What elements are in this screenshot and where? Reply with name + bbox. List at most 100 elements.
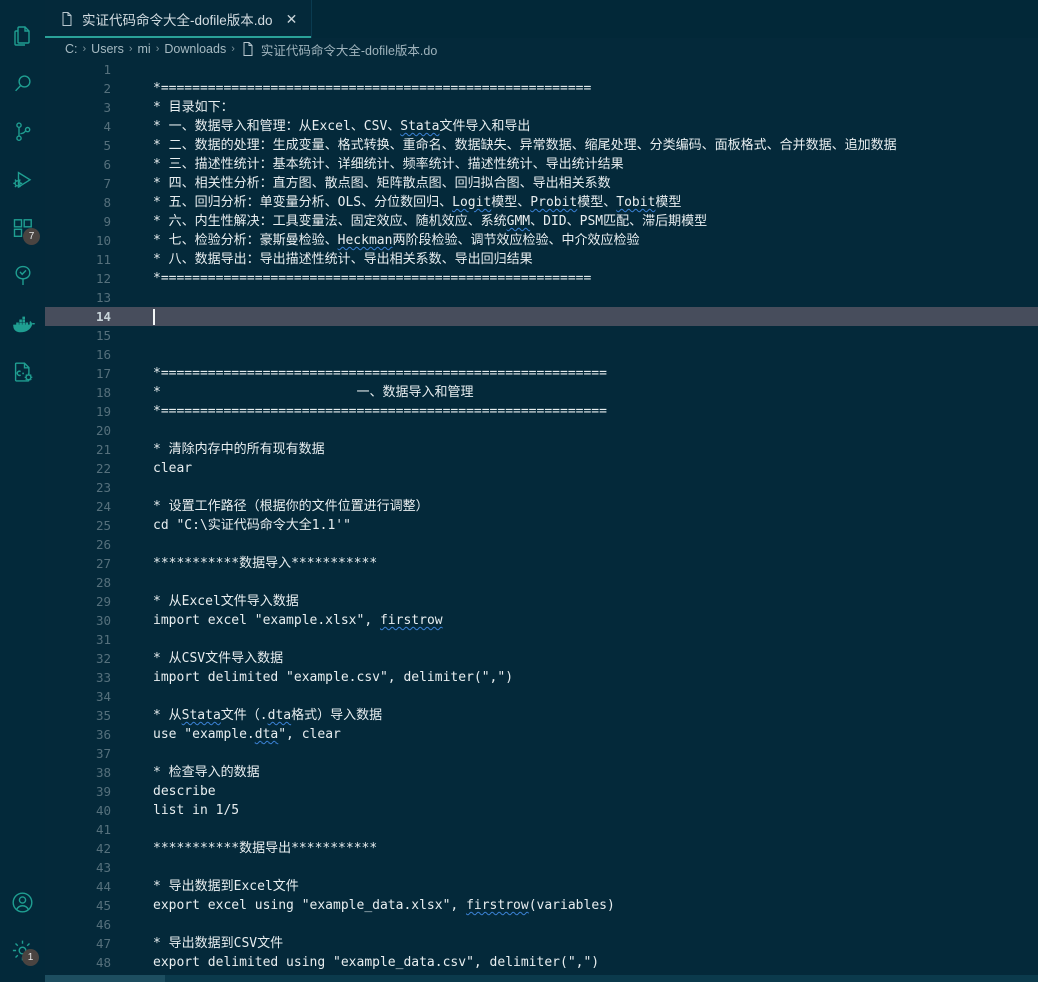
breadcrumb-item-1[interactable]: Users (91, 42, 124, 56)
run-debug-icon[interactable] (0, 156, 45, 204)
code-line[interactable]: 22 clear (45, 459, 1038, 478)
code-line[interactable]: 28 (45, 573, 1038, 592)
line-number: 9 (103, 214, 111, 229)
search-icon[interactable] (0, 60, 45, 108)
account-icon[interactable] (0, 878, 45, 926)
code-line[interactable]: 6 * 三、描述性统计：基本统计、详细统计、频率统计、描述性统计、导出统计结果 (45, 155, 1038, 174)
breadcrumb: C: › Users › mi › Downloads › 实证代码命令大全-d… (45, 38, 1038, 60)
line-text: * 二、数据的处理：生成变量、格式转换、重命名、数据缺失、异常数据、缩尾处理、分… (153, 138, 897, 153)
code-line[interactable]: 24 * 设置工作路径（根据你的文件位置进行调整） (45, 497, 1038, 516)
code-line[interactable]: 43 (45, 858, 1038, 877)
extensions-icon[interactable]: 7 (0, 204, 45, 252)
code-line[interactable]: 2 *======================================… (45, 79, 1038, 98)
line-number: 29 (95, 594, 111, 609)
line-text: * 目录如下： (153, 100, 234, 115)
code-line[interactable]: 34 (45, 687, 1038, 706)
code-line[interactable]: 35 * 从Stata文件（.dta格式）导入数据 (45, 706, 1038, 725)
code-line[interactable]: 7 * 四、相关性分析：直方图、散点图、矩阵散点图、回归拟合图、导出相关系数 (45, 174, 1038, 193)
line-text: import excel "example.xlsx", firstrow (153, 613, 443, 628)
line-number: 33 (95, 670, 111, 685)
code-line[interactable]: 31 (45, 630, 1038, 649)
code-line[interactable]: 37 (45, 744, 1038, 763)
code-line[interactable]: 47 * 导出数据到CSV文件 (45, 934, 1038, 953)
code-line[interactable]: 44 * 导出数据到Excel文件 (45, 877, 1038, 896)
line-text: *=======================================… (153, 404, 607, 419)
code-line[interactable]: 26 (45, 535, 1038, 554)
close-icon[interactable]: ✕ (283, 10, 301, 28)
code-line[interactable]: 18 * 一、数据导入和管理 (45, 383, 1038, 402)
code-line[interactable]: 33 import delimited "example.csv", delimi… (45, 668, 1038, 687)
code-line[interactable]: 8 * 五、回归分析：单变量分析、OLS、分位数回归、Logit模型、Probit… (45, 193, 1038, 212)
code-line[interactable]: 32 * 从CSV文件导入数据 (45, 649, 1038, 668)
line-text: export delimited using "example_data.csv… (153, 955, 600, 970)
code-line[interactable]: 45 export excel using "example_data.xlsx"… (45, 896, 1038, 915)
line-text: * 从Excel文件导入数据 (153, 594, 299, 609)
line-text: list in 1/5 (153, 803, 240, 818)
source-control-icon[interactable] (0, 108, 45, 156)
code-line[interactable]: 10 * 七、检验分析：豪斯曼检验、Heckman两阶段检验、调节效应检验、中介效… (45, 231, 1038, 250)
extensions-badge: 7 (23, 228, 40, 245)
line-number: 21 (95, 442, 111, 457)
line-number: 40 (95, 803, 111, 818)
line-number: 7 (103, 176, 111, 191)
code-line[interactable]: 41 (45, 820, 1038, 839)
code-line[interactable]: 9 * 六、内生性解决：工具变量法、固定效应、随机效应、系统GMM、DID、PSM… (45, 212, 1038, 231)
code-line[interactable]: 25 cd "C:\实证代码命令大全1.1'" (45, 516, 1038, 535)
breadcrumb-item-3[interactable]: Downloads (164, 42, 226, 56)
code-line[interactable]: 48 export delimited using "example_data.c… (45, 953, 1038, 972)
code-line[interactable]: 36 use "example.dta", clear (45, 725, 1038, 744)
breadcrumb-item-0[interactable]: C: (65, 42, 78, 56)
code-line[interactable]: 16 (45, 345, 1038, 364)
code-line[interactable]: 20 (45, 421, 1038, 440)
docker-icon[interactable] (0, 300, 45, 348)
settings-gear-icon[interactable]: 1 (0, 926, 45, 974)
line-number: 36 (95, 727, 111, 742)
tab-dofile[interactable]: 实证代码命令大全-dofile版本.do ✕ (45, 0, 312, 38)
code-line[interactable]: 4 * 一、数据导入和管理：从Excel、CSV、Stata文件导入和导出 (45, 117, 1038, 136)
line-number: 10 (95, 233, 111, 248)
line-number: 20 (95, 423, 111, 438)
line-text: * 四、相关性分析：直方图、散点图、矩阵散点图、回归拟合图、导出相关系数 (153, 176, 611, 191)
line-number: 16 (95, 347, 111, 362)
code-line[interactable]: 19 *=====================================… (45, 402, 1038, 421)
activity-bar-top-group: 7 (0, 0, 45, 396)
code-line[interactable]: 38 * 检查导入的数据 (45, 763, 1038, 782)
editor-horizontal-scrollbar[interactable] (45, 975, 1038, 982)
line-text: *=======================================… (153, 366, 607, 381)
code-line[interactable]: 14 (45, 307, 1038, 326)
code-line[interactable]: 42 ***********数据导出*********** (45, 839, 1038, 858)
line-text: * 从Stata文件（.dta格式）导入数据 (153, 708, 383, 723)
code-line[interactable]: 15 (45, 326, 1038, 345)
cpp-config-icon[interactable] (0, 348, 45, 396)
line-text: describe (153, 784, 216, 799)
line-text: * 导出数据到Excel文件 (153, 879, 299, 894)
code-line[interactable]: 21 * 清除内存中的所有现有数据 (45, 440, 1038, 459)
code-line[interactable]: 5 * 二、数据的处理：生成变量、格式转换、重命名、数据缺失、异常数据、缩尾处理、… (45, 136, 1038, 155)
breadcrumb-file[interactable]: 实证代码命令大全-dofile版本.do (240, 40, 437, 59)
explorer-icon[interactable] (0, 12, 45, 60)
code-line[interactable]: 13 (45, 288, 1038, 307)
code-line[interactable]: 12 *=====================================… (45, 269, 1038, 288)
line-text: ***********数据导入*********** (153, 556, 378, 571)
code-line[interactable]: 11 * 八、数据导出：导出描述性统计、导出相关系数、导出回归结果 (45, 250, 1038, 269)
line-number: 34 (95, 689, 111, 704)
code-lines[interactable]: 1 2 *=====================================… (45, 60, 1038, 982)
code-line[interactable]: 30 import excel "example.xlsx", firstrow (45, 611, 1038, 630)
line-number: 47 (95, 936, 111, 951)
code-line[interactable]: 17 *=====================================… (45, 364, 1038, 383)
line-number: 12 (95, 271, 111, 286)
code-line[interactable]: 23 (45, 478, 1038, 497)
code-line[interactable]: 29 * 从Excel文件导入数据 (45, 592, 1038, 611)
code-line[interactable]: 27 ***********数据导入*********** (45, 554, 1038, 573)
code-line[interactable]: 3 * 目录如下： (45, 98, 1038, 117)
line-number: 39 (95, 784, 111, 799)
line-number: 2 (103, 81, 111, 96)
breadcrumb-item-2[interactable]: mi (138, 42, 151, 56)
code-line[interactable]: 46 (45, 915, 1038, 934)
code-line[interactable]: 40 list in 1/5 (45, 801, 1038, 820)
code-line[interactable]: 1 (45, 60, 1038, 79)
code-editor[interactable]: 1 2 *=====================================… (45, 60, 1038, 982)
scrollbar-thumb[interactable] (45, 975, 165, 982)
testing-icon[interactable] (0, 252, 45, 300)
code-line[interactable]: 39 describe (45, 782, 1038, 801)
